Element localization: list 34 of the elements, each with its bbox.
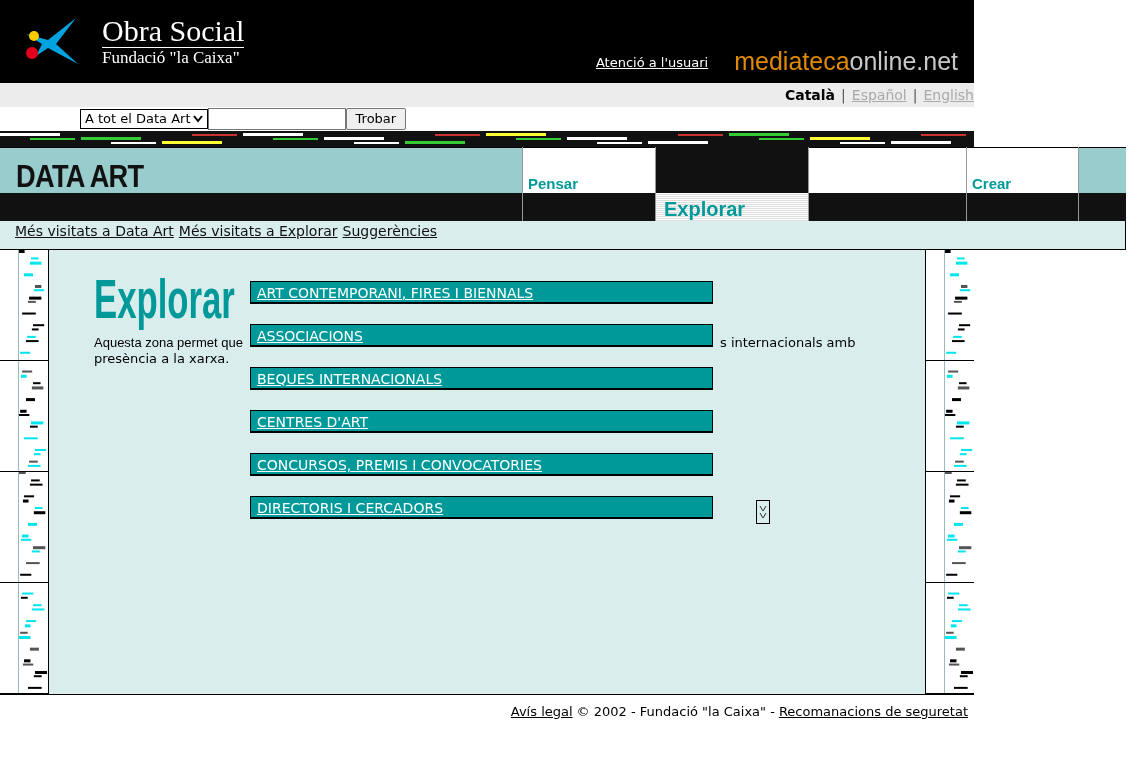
sub-link[interactable]: Suggerències [342, 221, 438, 242]
footer-link[interactable]: Avís legal [510, 702, 573, 722]
category-link[interactable]: ASSOCIACIONS [250, 324, 713, 347]
description-text: presència a la xarxa. [94, 351, 231, 367]
language-link[interactable]: Català [784, 84, 836, 106]
nav-cell [1079, 147, 1126, 193]
footer-link[interactable]: Recomanacions de seguretat [778, 702, 968, 722]
separator: | [912, 85, 918, 106]
nav-bar-cell [1079, 193, 1126, 221]
copyright-text: © 2002 - Fundació "la Caixa" - [576, 703, 775, 721]
language-link[interactable]: Español [851, 84, 907, 106]
brand-logo: mediatecaonline.net [734, 47, 958, 75]
scope-select[interactable]: A tot el Data Art [80, 109, 208, 129]
sub-link[interactable]: Més visitats a Explorar [178, 221, 338, 242]
section-title: DATA ART [16, 159, 144, 194]
help-link[interactable]: Atenció a l'usuari [595, 52, 709, 72]
page-title: Explorar [94, 266, 235, 332]
category-link[interactable]: ART CONTEMPORANI, FIRES I BIENNALS [250, 281, 713, 304]
category-link[interactable]: DIRECTORIS I CERCADORS [250, 496, 713, 519]
sub-link[interactable]: Més visitats a Data Art [15, 221, 174, 242]
logo-subtitle: Fundació "la Caixa" [102, 47, 245, 68]
description-text: s internacionals amb [720, 335, 856, 351]
separator: | [841, 85, 846, 106]
nav-tab[interactable]: Explorar [656, 193, 808, 221]
scroll-down-button[interactable] [756, 500, 770, 524]
language-link[interactable]: English [923, 84, 974, 106]
logo-title: Obra Social [102, 15, 245, 47]
search-field[interactable] [207, 108, 346, 130]
category-link[interactable]: CONCURSOS, PREMIS I CONVOCATORIES [250, 453, 713, 476]
category-link[interactable]: BEQUES INTERNACIONALS [250, 367, 713, 390]
double-chevron-down-icon [759, 504, 767, 520]
category-link[interactable]: CENTRES D'ART [250, 410, 713, 433]
chevron-down-icon [192, 115, 203, 123]
search-button[interactable]: Trobar [345, 108, 407, 130]
